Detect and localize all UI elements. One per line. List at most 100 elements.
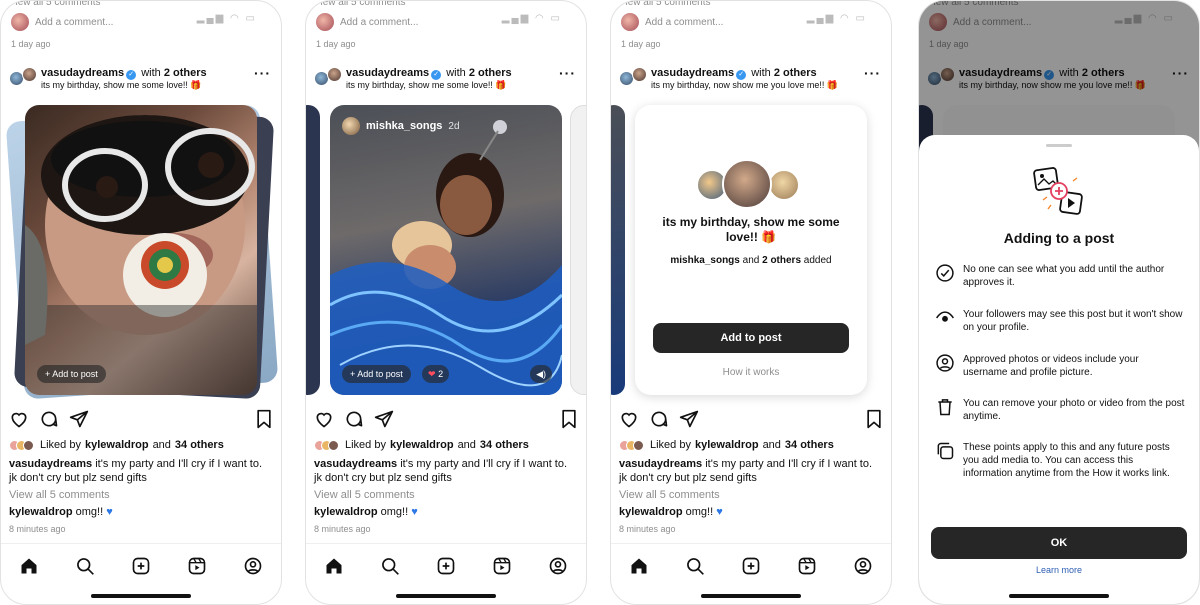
share-send-icon[interactable] xyxy=(69,409,89,429)
liked-user[interactable]: kylewaldrop xyxy=(85,439,149,451)
like-heart-icon[interactable] xyxy=(314,409,334,429)
add-comment-row[interactable]: Add a comment... xyxy=(621,13,723,31)
caption-author[interactable]: vasudaydreams xyxy=(314,458,397,470)
comment-icon[interactable] xyxy=(344,409,364,429)
learn-more-link[interactable]: Learn more xyxy=(919,565,1199,575)
previous-view-all-comments[interactable]: View all 5 comments xyxy=(9,1,273,8)
sheet-grabber[interactable] xyxy=(1046,144,1072,147)
add-comment-row[interactable]: Add a comment... xyxy=(316,13,418,31)
more-options-icon[interactable]: ··· xyxy=(559,65,576,81)
save-bookmark-icon[interactable] xyxy=(560,409,578,429)
add-comment-input[interactable]: Add a comment... xyxy=(645,17,723,28)
search-icon[interactable] xyxy=(380,556,400,576)
more-options-icon[interactable]: ··· xyxy=(864,65,881,81)
liker-avatars xyxy=(619,439,644,451)
profile-icon[interactable] xyxy=(243,556,263,576)
post-author-line[interactable]: vasudaydreams ✓ with 2 others xyxy=(346,67,512,80)
post-caption: vasudaydreams it's my party and I'll cry… xyxy=(314,457,578,485)
author-avatars[interactable] xyxy=(619,67,649,87)
more-options-icon[interactable]: ··· xyxy=(254,65,271,81)
like-count-pill[interactable]: ❤ 2 xyxy=(422,365,450,383)
comment-icon[interactable] xyxy=(649,409,669,429)
reels-icon[interactable] xyxy=(797,556,817,576)
top-comment: kylewaldrop omg!! ♥ xyxy=(9,506,113,518)
liked-others[interactable]: 34 others xyxy=(175,439,224,451)
likes-summary[interactable]: Liked by kylewaldrop and 34 others xyxy=(9,439,273,451)
comment-author[interactable]: kylewaldrop xyxy=(619,506,683,518)
liked-others[interactable]: 34 others xyxy=(480,439,529,451)
carousel-next-card[interactable] xyxy=(570,105,586,395)
phone-screen-add-card: View all 5 comments 9:41 ▂▄▆ ◠ ▭ Add a c… xyxy=(610,0,892,605)
caption-author[interactable]: vasudaydreams xyxy=(9,458,92,470)
reels-icon[interactable] xyxy=(187,556,207,576)
added-user[interactable]: mishka_songs xyxy=(670,255,739,266)
profile-circle-icon xyxy=(936,354,954,372)
add-comment-input[interactable]: Add a comment... xyxy=(340,17,418,28)
add-to-post-pill[interactable]: + Add to post xyxy=(342,365,411,383)
view-all-comments-link[interactable]: View all 5 comments xyxy=(314,489,415,501)
add-to-post-button[interactable]: Add to post xyxy=(653,323,849,353)
add-comment-input[interactable]: Add a comment... xyxy=(35,17,113,28)
comment-icon[interactable] xyxy=(39,409,59,429)
check-circle-icon xyxy=(936,264,954,282)
search-icon[interactable] xyxy=(75,556,95,576)
like-heart-icon[interactable] xyxy=(619,409,639,429)
like-heart-icon[interactable] xyxy=(9,409,29,429)
carousel-prev-card[interactable] xyxy=(611,105,625,395)
others-link[interactable]: 2 others xyxy=(469,67,512,79)
comment-author[interactable]: kylewaldrop xyxy=(9,506,73,518)
previous-post-time: 1 day ago xyxy=(621,39,661,49)
share-send-icon[interactable] xyxy=(679,409,699,429)
comment-author[interactable]: kylewaldrop xyxy=(314,506,378,518)
story-username[interactable]: mishka_songs xyxy=(366,120,442,132)
previous-post-time: 1 day ago xyxy=(11,39,51,49)
home-icon[interactable] xyxy=(629,556,649,576)
sheet-title: Adding to a post xyxy=(1003,230,1115,246)
view-all-comments-link[interactable]: View all 5 comments xyxy=(9,489,110,501)
create-post-icon[interactable] xyxy=(741,556,761,576)
others-link[interactable]: 2 others xyxy=(774,67,817,79)
added-photo-card[interactable]: mishka_songs 2d + Add to post ❤ 2 ◀) xyxy=(330,105,562,395)
previous-view-all-comments[interactable]: View all 5 comments xyxy=(619,1,883,8)
avatar xyxy=(342,117,360,135)
post-author-line[interactable]: vasudaydreams ✓ with 2 others xyxy=(651,67,817,80)
author-avatars[interactable] xyxy=(314,67,344,87)
reels-icon[interactable] xyxy=(492,556,512,576)
ok-button[interactable]: OK xyxy=(931,527,1187,559)
profile-icon[interactable] xyxy=(853,556,873,576)
carousel-prev-card[interactable] xyxy=(306,105,320,395)
save-bookmark-icon[interactable] xyxy=(865,409,883,429)
post-author[interactable]: vasudaydreams xyxy=(346,67,429,79)
likes-summary[interactable]: Liked by kylewaldrop and 34 others xyxy=(314,439,578,451)
home-icon[interactable] xyxy=(324,556,344,576)
save-bookmark-icon[interactable] xyxy=(255,409,273,429)
post-author[interactable]: vasudaydreams xyxy=(651,67,734,79)
how-it-works-link[interactable]: How it works xyxy=(635,367,867,378)
screenshot-stage: View all 5 comments 9:41 ▂▄▆ ◠ ▭ Add a c… xyxy=(0,0,1200,605)
liked-user[interactable]: kylewaldrop xyxy=(695,439,759,451)
share-send-icon[interactable] xyxy=(374,409,394,429)
avatar xyxy=(621,13,639,31)
others-link[interactable]: 2 others xyxy=(164,67,207,79)
add-to-post-pill[interactable]: + Add to post xyxy=(37,365,106,383)
post-photo[interactable]: + Add to post xyxy=(25,105,257,395)
add-comment-row[interactable]: Add a comment... xyxy=(11,13,113,31)
added-others[interactable]: 2 others xyxy=(762,255,801,266)
liked-user[interactable]: kylewaldrop xyxy=(390,439,454,451)
story-user-row[interactable]: mishka_songs 2d xyxy=(342,117,460,135)
author-avatars[interactable] xyxy=(9,67,39,87)
previous-view-all-comments[interactable]: View all 5 comments xyxy=(314,1,578,8)
search-icon[interactable] xyxy=(685,556,705,576)
view-all-comments-link[interactable]: View all 5 comments xyxy=(619,489,720,501)
create-post-icon[interactable] xyxy=(131,556,151,576)
liked-others[interactable]: 34 others xyxy=(785,439,834,451)
post-author[interactable]: vasudaydreams xyxy=(41,67,124,79)
caption-author[interactable]: vasudaydreams xyxy=(619,458,702,470)
home-icon[interactable] xyxy=(19,556,39,576)
likes-summary[interactable]: Liked by kylewaldrop and 34 others xyxy=(619,439,883,451)
sound-icon[interactable]: ◀) xyxy=(530,365,552,383)
create-post-icon[interactable] xyxy=(436,556,456,576)
post-header-caption: its my birthday, show me some love!! 🎁 xyxy=(346,80,507,90)
profile-icon[interactable] xyxy=(548,556,568,576)
post-author-line[interactable]: vasudaydreams ✓ with 2 others xyxy=(41,67,207,80)
